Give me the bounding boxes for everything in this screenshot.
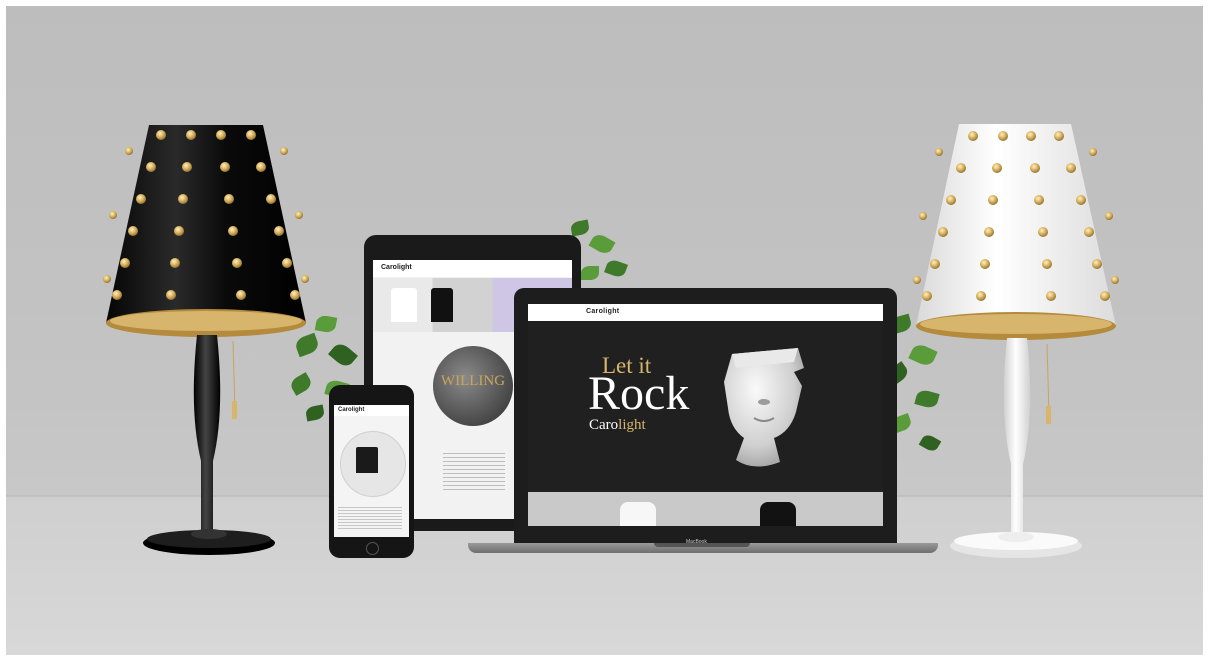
laptop-nav-item bbox=[620, 310, 621, 315]
laptop-brand-suffix: light bbox=[618, 417, 646, 433]
black-lamp-graphic bbox=[103, 125, 309, 555]
phone-screen: Carolight bbox=[334, 405, 409, 537]
tablet-circle-text: WILLING bbox=[440, 373, 506, 389]
laptop-base-label: MacBook bbox=[686, 539, 707, 545]
tablet-section-heading bbox=[433, 445, 513, 450]
phone-body-text bbox=[338, 507, 402, 529]
phone-lamp-thumb bbox=[356, 447, 378, 473]
laptop-headline-line2: Rock bbox=[588, 367, 690, 420]
laptop-screen: Carolight Let it Rock Carolight bbox=[528, 304, 883, 526]
laptop-white-lamp-thumb bbox=[620, 502, 656, 526]
laptop-brand-prefix: Caro bbox=[589, 417, 619, 433]
tablet-body-text bbox=[443, 453, 505, 493]
laptop-brand-name: Carolight bbox=[589, 417, 646, 434]
laptop-nav-bar: Carolight bbox=[528, 304, 883, 321]
tablet-white-lamp-thumb bbox=[391, 288, 417, 322]
phone-device: Carolight bbox=[329, 385, 414, 558]
tablet-nav-bar: Carolight bbox=[373, 260, 572, 277]
laptop-product-strip bbox=[528, 492, 883, 526]
laptop-black-lamp-thumb bbox=[760, 502, 796, 526]
tablet-logo: Carolight bbox=[381, 264, 412, 271]
statue-head-image bbox=[724, 348, 804, 467]
white-studded-lamp bbox=[911, 114, 1121, 564]
product-mockup-scene: Carolight WILLING Carolight Carolight Le… bbox=[6, 6, 1203, 655]
phone-nav-bar: Carolight bbox=[334, 405, 409, 416]
phone-logo: Carolight bbox=[338, 407, 365, 413]
laptop-logo: Carolight bbox=[586, 308, 620, 315]
white-lamp-graphic bbox=[913, 124, 1119, 558]
phone-section-title bbox=[338, 500, 339, 505]
phone-home-button bbox=[366, 542, 379, 555]
laptop-hero-copy bbox=[589, 435, 669, 440]
tablet-black-lamp-thumb bbox=[431, 288, 453, 322]
black-studded-lamp bbox=[101, 111, 311, 561]
laptop-device: Carolight Let it Rock Carolight bbox=[514, 288, 897, 543]
